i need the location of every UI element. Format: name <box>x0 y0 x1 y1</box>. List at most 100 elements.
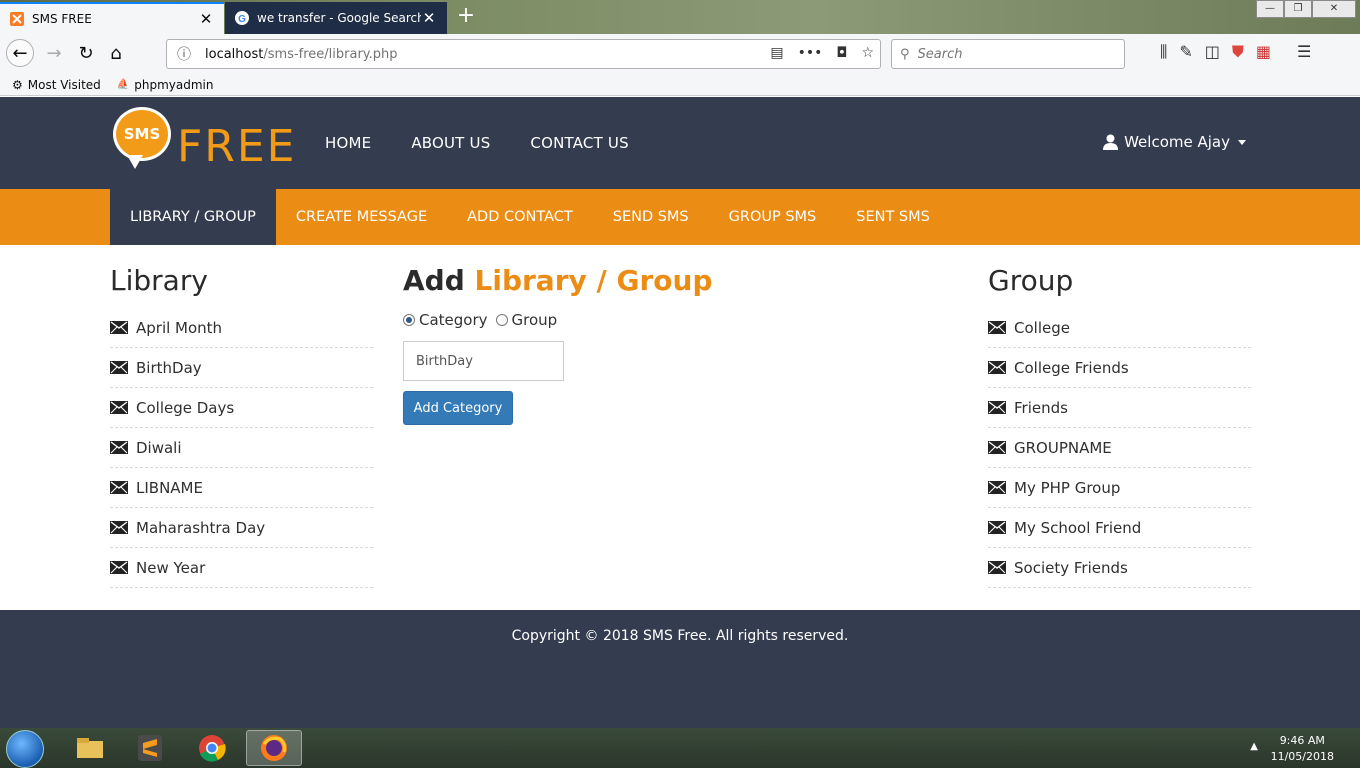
restore-button[interactable]: ❐ <box>1284 0 1312 18</box>
radio-circle-checked[interactable] <box>403 314 415 326</box>
bookmark-most-visited[interactable]: ⚙ Most Visited <box>12 78 101 92</box>
list-item[interactable]: New Year <box>110 548 373 588</box>
list-item-label: Maharashtra Day <box>136 518 266 537</box>
list-item[interactable]: My School Friend <box>988 508 1251 548</box>
window-controls: — ❐ ✕ <box>1256 0 1356 18</box>
tab-close-icon[interactable]: ✕ <box>198 10 214 28</box>
list-item[interactable]: Friends <box>988 388 1251 428</box>
radio-category[interactable]: Category <box>403 311 488 329</box>
radio-circle[interactable] <box>495 314 508 326</box>
list-item-label: College Days <box>136 398 235 417</box>
list-item[interactable]: April Month <box>110 308 373 348</box>
list-item[interactable]: GROUPNAME <box>988 428 1251 468</box>
category-name-input[interactable] <box>403 341 564 381</box>
chrome-icon[interactable] <box>184 730 240 766</box>
library-icon[interactable]: ⫼ <box>1160 42 1167 62</box>
tray-expand-icon[interactable]: ▲ <box>1250 741 1258 752</box>
sublime-text-icon[interactable] <box>122 730 178 766</box>
nav-contact-us[interactable]: CONTACT US <box>530 134 628 152</box>
reader-view-icon[interactable]: ▤ <box>770 45 783 61</box>
list-item-label: Friends <box>1014 398 1068 417</box>
clock-time: 9:46 AM <box>1279 734 1325 747</box>
tab-close-icon[interactable]: ✕ <box>421 9 437 27</box>
add-form-title: Add Library / Group <box>403 264 713 297</box>
envelope-icon <box>988 441 1006 454</box>
pocket-icon[interactable]: ◘ <box>836 45 847 61</box>
page-actions-icon[interactable]: ••• <box>798 45 823 61</box>
windows-taskbar: ▲ 9:46 AM 11/05/2018 <box>0 728 1360 768</box>
subnav-library-group[interactable]: LIBRARY / GROUP <box>110 189 276 245</box>
tab-google-search[interactable]: G we transfer - Google Search ✕ <box>225 2 447 34</box>
eyedropper-icon[interactable]: ✎ <box>1179 42 1192 62</box>
home-button[interactable]: ⌂ <box>102 39 130 67</box>
browser-tab-bar: SMS FREE ✕ G we transfer - Google Search… <box>0 0 1360 34</box>
subnav-sent-sms[interactable]: SENT SMS <box>836 189 950 245</box>
list-item[interactable]: College Days <box>110 388 373 428</box>
list-item-label: LIBNAME <box>136 478 203 497</box>
list-item[interactable]: College <box>988 308 1251 348</box>
bookmark-star-icon[interactable]: ☆ <box>861 45 874 61</box>
xampp-favicon-icon <box>10 12 24 26</box>
sidebar-icon[interactable]: ◫ <box>1205 42 1220 62</box>
cors-extension-icon[interactable]: ▦ <box>1256 42 1271 62</box>
list-item-label: April Month <box>136 318 223 337</box>
envelope-icon <box>988 481 1006 494</box>
list-item[interactable]: Diwali <box>110 428 373 468</box>
type-radio-group: Category Group <box>403 311 557 329</box>
welcome-text: Welcome Ajay <box>1124 133 1230 151</box>
search-input[interactable] <box>917 46 1108 62</box>
sub-nav: LIBRARY / GROUP CREATE MESSAGE ADD CONTA… <box>0 189 1360 245</box>
back-button[interactable]: ← <box>6 39 34 67</box>
envelope-icon <box>988 401 1006 414</box>
subnav-send-sms[interactable]: SEND SMS <box>593 189 709 245</box>
subnav-group-sms[interactable]: GROUP SMS <box>709 189 837 245</box>
envelope-icon <box>110 521 128 534</box>
library-list: April Month BirthDay College Days Diwali LIB… <box>110 308 373 588</box>
list-item[interactable]: College Friends <box>988 348 1251 388</box>
reload-button[interactable]: ↻ <box>72 39 100 67</box>
subnav-create-message[interactable]: CREATE MESSAGE <box>276 189 447 245</box>
tab-sms-free[interactable]: SMS FREE ✕ <box>0 2 224 34</box>
menu-icon[interactable]: ☰ <box>1297 42 1311 62</box>
add-title-prefix: Add <box>403 264 465 297</box>
list-item[interactable]: BirthDay <box>110 348 373 388</box>
svg-text:G: G <box>238 14 246 25</box>
add-category-button[interactable]: Add Category <box>403 391 513 425</box>
new-tab-button[interactable]: + <box>452 4 480 30</box>
start-button[interactable] <box>6 730 44 768</box>
main-nav: HOME ABOUT US CONTACT US <box>325 134 629 152</box>
bookmarks-bar: ⚙ Most Visited ⛵ phpmyadmin <box>0 74 1360 96</box>
envelope-icon <box>988 521 1006 534</box>
firefox-icon[interactable] <box>246 730 302 766</box>
user-icon <box>1103 134 1119 150</box>
system-clock[interactable]: 9:46 AM 11/05/2018 <box>1271 733 1334 765</box>
site-info-icon[interactable]: ⓘ <box>177 44 191 64</box>
url-bar[interactable]: ⓘ localhost/sms-free/library.php ▤ ••• ◘… <box>166 39 881 69</box>
sms-free-logo[interactable]: SMS FREE <box>113 107 294 177</box>
bookmark-label: Most Visited <box>27 77 101 92</box>
group-list: College College Friends Friends GROUPNAME My… <box>988 308 1251 588</box>
list-item[interactable]: Maharashtra Day <box>110 508 373 548</box>
nav-about-us[interactable]: ABOUT US <box>411 134 490 152</box>
toolbar-icons: ⫼ ✎ ◫ ⛊ ▦ ☰ <box>1160 42 1311 62</box>
minimize-button[interactable]: — <box>1256 0 1284 18</box>
bookmark-label: phpmyadmin <box>134 77 214 92</box>
nav-home[interactable]: HOME <box>325 134 371 152</box>
bookmark-phpmyadmin[interactable]: ⛵ phpmyadmin <box>117 78 214 92</box>
list-item[interactable]: LIBNAME <box>110 468 373 508</box>
file-explorer-icon[interactable] <box>62 730 118 766</box>
search-bar[interactable]: ⚲ <box>891 39 1125 69</box>
extension-shield-icon[interactable]: ⛊ <box>1232 42 1244 62</box>
user-menu[interactable]: Welcome Ajay <box>1103 133 1246 151</box>
subnav-add-contact[interactable]: ADD CONTACT <box>447 189 593 245</box>
radio-group[interactable]: Group <box>495 311 557 329</box>
search-icon: ⚲ <box>900 46 910 62</box>
list-item-label: Society Friends <box>1014 558 1128 577</box>
list-item-label: My PHP Group <box>1014 478 1121 497</box>
list-item[interactable]: Society Friends <box>988 548 1251 588</box>
list-item[interactable]: My PHP Group <box>988 468 1251 508</box>
forward-button[interactable]: → <box>40 39 68 67</box>
window-close-button[interactable]: ✕ <box>1312 0 1356 18</box>
phpmyadmin-icon: ⛵ <box>116 79 130 90</box>
tab-title: we transfer - Google Search <box>257 11 421 25</box>
